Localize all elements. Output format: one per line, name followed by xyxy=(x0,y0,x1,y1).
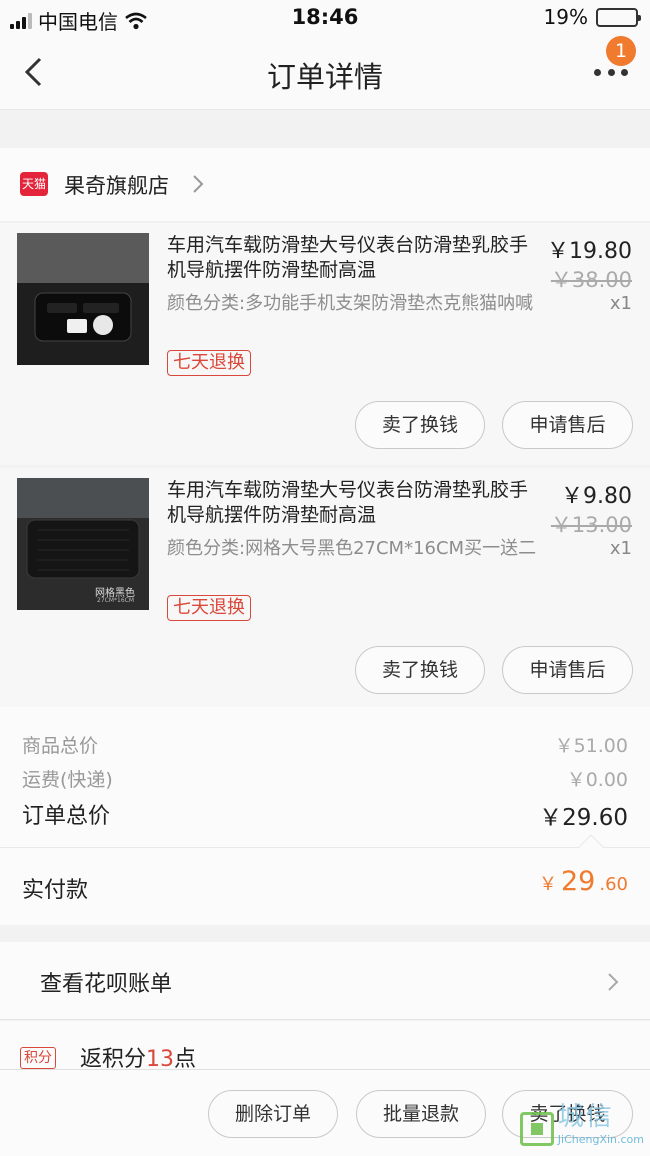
notification-badge: 1 xyxy=(606,36,636,66)
sell-for-cash-button[interactable]: 卖了换钱 xyxy=(355,401,485,449)
battery-info: 19% xyxy=(543,5,641,29)
product-image[interactable] xyxy=(17,233,149,365)
shipping-row: 运费(快递) ￥0.00 xyxy=(22,765,628,792)
order-total-row: 订单总价 ￥29.60 xyxy=(22,798,628,832)
batch-refund-button[interactable]: 批量退款 xyxy=(356,1090,486,1138)
product-quantity: x1 xyxy=(609,293,632,314)
battery-percent: 19% xyxy=(543,5,588,29)
product-sku: 颜色分类:多功能手机支架防滑垫杰克熊猫呐喊 xyxy=(167,293,534,314)
product-title[interactable]: 车用汽车载防滑垫大号仪表台防滑垫乳胶手机导航摆件防滑垫耐高温 xyxy=(167,478,537,528)
product-price: ￥9.80 xyxy=(561,484,632,509)
seven-day-return-badge: 七天退换 xyxy=(167,595,251,621)
chevron-right-icon xyxy=(193,175,204,193)
shipping-value: ￥0.00 xyxy=(566,769,628,791)
watermark-domain: JiChengXin.com xyxy=(557,1133,644,1146)
shipping-label: 运费(快递) xyxy=(22,769,113,791)
order-total-label: 订单总价 xyxy=(22,804,111,829)
site-watermark: 城信 JiChengXin.com xyxy=(519,1096,644,1146)
page-title: 订单详情 xyxy=(266,60,383,94)
view-huabei-bill-label[interactable]: 查看花呗账单 xyxy=(40,966,172,998)
after-sales-button[interactable]: 申请售后 xyxy=(502,646,633,694)
tmall-logo-icon: 天猫 xyxy=(20,172,48,196)
product-sku: 颜色分类:网格大号黑色27CM*16CM买一送二 xyxy=(167,538,537,559)
amount-paid-row: 实付款 ￥ 29.60 xyxy=(0,834,650,925)
battery-icon xyxy=(596,7,641,27)
currency-symbol: ￥ xyxy=(539,874,557,895)
amount-decimal: .60 xyxy=(599,874,628,895)
product-price: ￥19.80 xyxy=(547,239,632,264)
delete-order-button[interactable]: 删除订单 xyxy=(208,1090,338,1138)
goods-total-label: 商品总价 xyxy=(22,735,99,757)
bottom-action-bar: 删除订单 批量退款 卖了换钱 城信 JiChengXin.com xyxy=(0,1069,650,1156)
product-card[interactable]: 车用汽车载防滑垫大号仪表台防滑垫乳胶手机导航摆件防滑垫耐高温 颜色分类:多功能手… xyxy=(0,223,650,465)
sell-for-cash-button[interactable]: 卖了换钱 xyxy=(355,646,485,694)
status-bar: 中国电信 18:46 19% xyxy=(0,0,650,36)
chevron-right-icon xyxy=(608,973,619,991)
product-original-price: ￥13.00 xyxy=(550,513,632,537)
product-quantity: x1 xyxy=(609,538,632,559)
points-badge: 积分 xyxy=(20,1047,56,1069)
goods-total-value: ￥51.00 xyxy=(554,735,628,757)
seven-day-return-badge: 七天退换 xyxy=(167,350,251,376)
order-total-value: ￥29.60 xyxy=(539,805,628,831)
after-sales-button[interactable]: 申请售后 xyxy=(502,401,633,449)
product-image-subcaption: 27CM*16CM xyxy=(97,597,135,604)
store-name[interactable]: 果奇旗舰店 xyxy=(64,170,169,200)
amount-paid-value: ￥ 29.60 xyxy=(539,866,628,897)
view-huabei-bill-row[interactable]: 查看花呗账单 xyxy=(0,942,650,1020)
product-title[interactable]: 车用汽车载防滑垫大号仪表台防滑垫乳胶手机导航摆件防滑垫耐高温 xyxy=(167,233,537,283)
store-header[interactable]: 天猫 果奇旗舰店 xyxy=(0,148,650,222)
reward-points-row: 积分 返积分13点 xyxy=(0,1021,650,1072)
more-options-icon[interactable] xyxy=(594,66,628,78)
goods-total-row: 商品总价 ￥51.00 xyxy=(22,731,628,758)
product-original-price: ￥38.00 xyxy=(550,268,632,292)
order-totals: 商品总价 ￥51.00 运费(快递) ￥0.00 订单总价 ￥29.60 xyxy=(0,707,650,847)
watermark-text: 城信 xyxy=(557,1102,614,1132)
amount-paid-label: 实付款 xyxy=(22,878,89,903)
watermark-logo-icon xyxy=(519,1112,554,1146)
nav-bar: 订单详情 1 xyxy=(0,36,650,110)
product-card[interactable]: 网格黑色 27CM*16CM 车用汽车载防滑垫大号仪表台防滑垫乳胶手机导航摆件防… xyxy=(0,468,650,707)
product-image[interactable]: 网格黑色 27CM*16CM xyxy=(17,478,149,610)
amount-integer: 29 xyxy=(561,866,596,897)
